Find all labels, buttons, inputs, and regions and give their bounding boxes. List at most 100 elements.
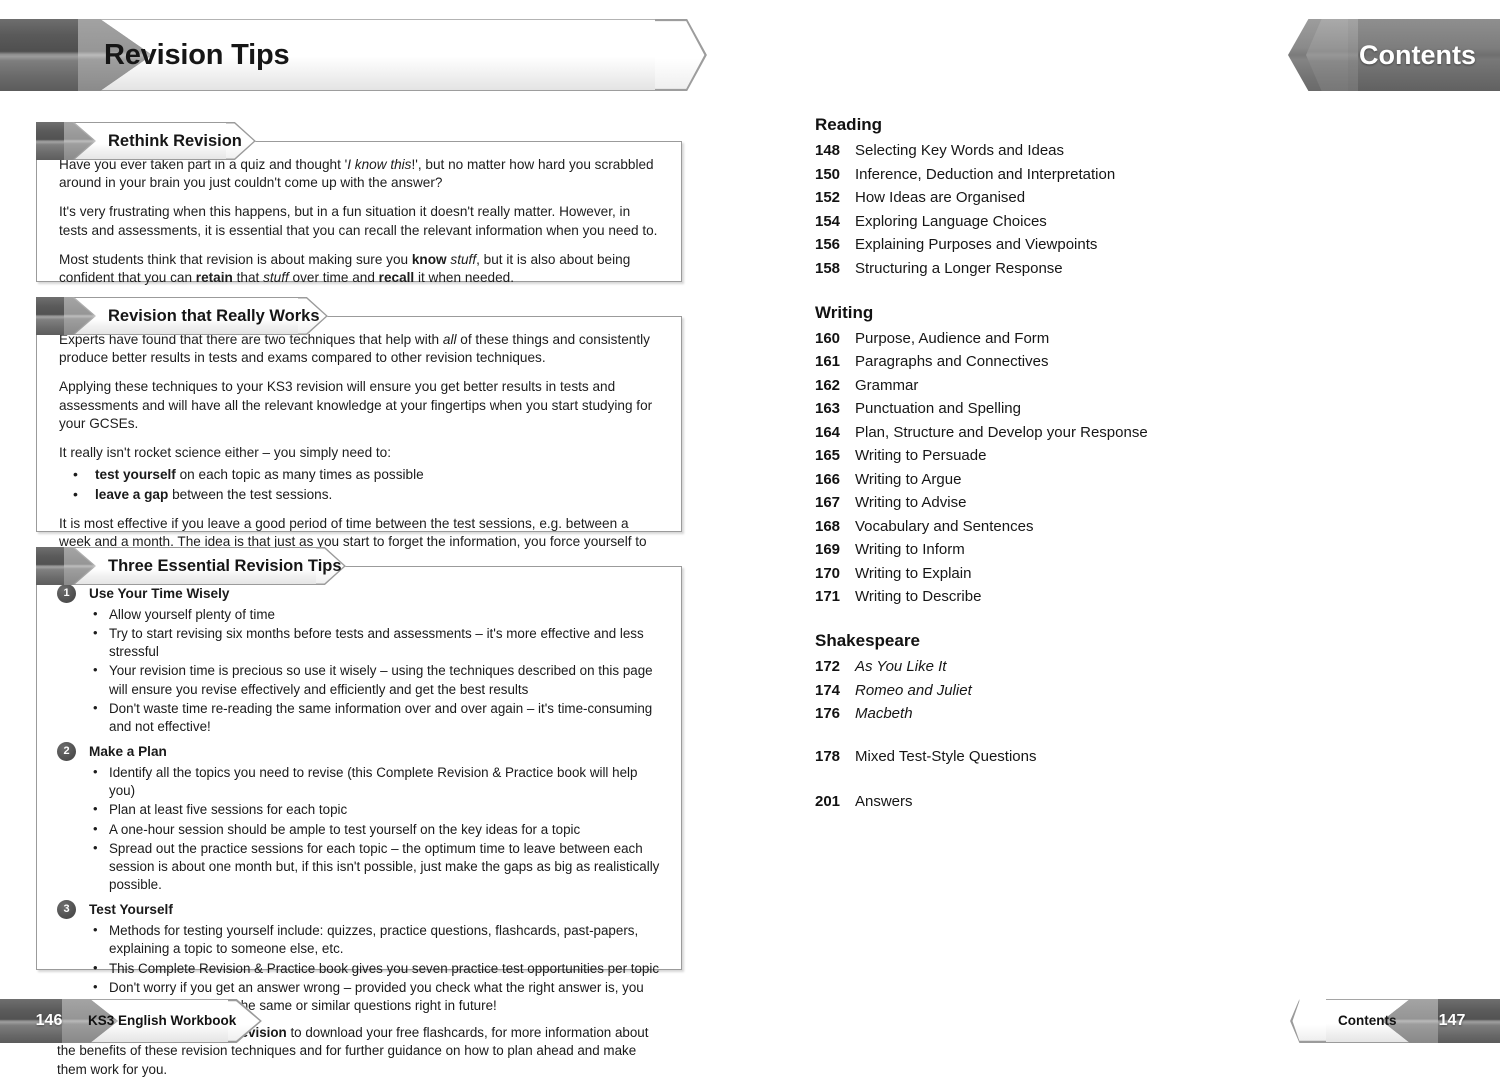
entry-title: Grammar: [855, 376, 919, 394]
contents-entry[interactable]: 162 Grammar: [815, 377, 1235, 394]
contents-entry[interactable]: 154 Exploring Language Choices: [815, 213, 1235, 230]
entry-title: Writing to Inform: [855, 541, 965, 558]
tab-label: Revision that Really Works: [108, 307, 320, 325]
contents-entry[interactable]: 165 Writing to Persuade: [815, 447, 1235, 464]
tip-heading: 2 Make a Plan: [57, 742, 661, 762]
entry-page-number: 161: [815, 353, 841, 370]
contents-entry[interactable]: 167 Writing to Advise: [815, 494, 1235, 511]
list-item: Methods for testing yourself include: qu…: [57, 921, 661, 958]
panel-revision-that-really-works: Experts have found that there are two te…: [36, 316, 682, 567]
panel-body: Experts have found that there are two te…: [37, 317, 681, 581]
contents-entry[interactable]: 158 Structuring a Longer Response: [815, 260, 1235, 277]
entry-title: Writing to Explain: [855, 564, 972, 582]
entry-page-number: 166: [815, 470, 841, 488]
list-item: This Complete Revision & Practice book g…: [57, 959, 661, 978]
entry-page-number: 201: [815, 793, 841, 810]
contents-entry[interactable]: 156 Explaining Purposes and Viewpoints: [815, 236, 1235, 253]
tab-label: Rethink Revision: [108, 132, 242, 150]
footer-page-number: 147: [1438, 1012, 1466, 1029]
list-item: Plan at least five sessions for each top…: [57, 800, 661, 819]
entry-page-number: 178: [815, 748, 841, 765]
contents-entry[interactable]: 171 Writing to Describe: [815, 588, 1235, 605]
contents-entry[interactable]: 178 Mixed Test-Style Questions: [815, 748, 1235, 765]
entry-page-number: 176: [815, 705, 841, 722]
entry-page-number: 171: [815, 588, 841, 605]
contents-entry[interactable]: 160 Purpose, Audience and Form: [815, 330, 1235, 347]
paragraph: Applying these techniques to your KS3 re…: [59, 379, 653, 431]
entry-title: Writing to Argue: [855, 470, 962, 488]
list-item: Your revision time is precious so use it…: [57, 661, 661, 698]
contents-entry[interactable]: 201 Answers: [815, 793, 1235, 810]
entry-title: Romeo and Juliet: [855, 681, 972, 699]
tip-heading: 3 Test Yourself: [57, 900, 661, 920]
bullet-list: test yourself on each topic as many time…: [59, 465, 659, 504]
contents-entry[interactable]: 150 Inference, Deduction and Interpretat…: [815, 166, 1235, 183]
entry-page-number: 160: [815, 329, 841, 347]
entry-title: Writing to Persuade: [855, 447, 987, 464]
tip-heading: 1 Use Your Time Wisely: [57, 584, 661, 603]
tip-number-badge: 2: [57, 742, 76, 762]
contents-entry[interactable]: 161 Paragraphs and Connectives: [815, 353, 1235, 370]
contents-entry[interactable]: 163 Punctuation and Spelling: [815, 400, 1235, 417]
contents-title: Contents: [1359, 40, 1476, 70]
entry-title: Structuring a Longer Response: [855, 259, 1063, 277]
paragraph: Experts have found that there are two te…: [59, 332, 650, 366]
entry-page-number: 174: [815, 681, 841, 699]
entry-title: Vocabulary and Sentences: [855, 517, 1034, 535]
footer-arrow-icon: [1290, 999, 1326, 1043]
tab-label: Three Essential Revision Tips: [108, 557, 342, 575]
contents-entry[interactable]: 168 Vocabulary and Sentences: [815, 518, 1235, 535]
contents-entry[interactable]: 152 How Ideas are Organised: [815, 189, 1235, 206]
list-item: Try to start revising six months before …: [57, 624, 661, 661]
list-item: Spread out the practice sessions for eac…: [57, 839, 661, 895]
entry-page-number: 167: [815, 494, 841, 511]
page-title: Revision Tips: [104, 39, 290, 71]
entry-page-number: 163: [815, 400, 841, 417]
tip-bullet-list: Allow yourself plenty of time Try to sta…: [57, 605, 661, 737]
entry-page-number: 172: [815, 658, 841, 675]
paragraph: Have you ever taken part in a quiz and t…: [59, 157, 654, 191]
group-heading: Writing: [815, 302, 874, 322]
contents-entry[interactable]: 169 Writing to Inform: [815, 541, 1235, 558]
entry-title: Mixed Test-Style Questions: [855, 748, 1037, 765]
contents-entry[interactable]: 148 Selecting Key Words and Ideas: [815, 142, 1235, 159]
entry-title: As You Like It: [855, 658, 947, 675]
tip-heading-text: Test Yourself: [89, 902, 173, 918]
tip-bullet-list: Identify all the topics you need to revi…: [57, 763, 661, 895]
tip-number-badge: 1: [57, 584, 76, 603]
contents-entry[interactable]: 166 Writing to Argue: [815, 471, 1235, 488]
revision-tips-banner: Revision Tips: [0, 19, 707, 91]
paragraph: It really isn't rocket science either – …: [59, 445, 392, 461]
group-heading: Reading: [815, 115, 883, 134]
footer-left: 146 KS3 English Workbook: [0, 999, 262, 1043]
entry-page-number: 164: [815, 423, 841, 441]
entry-title: How Ideas are Organised: [855, 189, 1026, 206]
tip-heading-text: Use Your Time Wisely: [89, 586, 230, 601]
panel-three-essential-revision-tips: 1 Use Your Time Wisely Allow yourself pl…: [36, 566, 682, 1077]
entry-title: Explaining Purposes and Viewpoints: [855, 236, 1098, 253]
contents-entry[interactable]: 172 As You Like It: [815, 658, 1235, 675]
contents-entry[interactable]: 164 Plan, Structure and Develop your Res…: [815, 424, 1235, 441]
footer-book-title: KS3 English Workbook: [88, 1013, 237, 1028]
contents-banner: Contents: [1288, 19, 1500, 91]
paragraph: Most students think that revision is abo…: [59, 251, 631, 286]
tip-heading-text: Make a Plan: [89, 744, 167, 760]
contents-entry[interactable]: 176 Macbeth: [815, 705, 1235, 722]
contents-entry[interactable]: 170 Writing to Explain: [815, 565, 1235, 582]
contents-group-writing: Writing 160 Purpose, Audience and Form 1…: [815, 303, 1235, 606]
footer-label: Contents: [1338, 1013, 1397, 1028]
entry-title: Plan, Structure and Develop your Respons…: [855, 423, 1148, 441]
entry-page-number: 162: [815, 376, 841, 394]
entry-title: Writing to Describe: [855, 588, 982, 605]
tip-item: 1 Use Your Time Wisely Allow yourself pl…: [57, 584, 661, 737]
entry-page-number: 170: [815, 564, 841, 582]
entry-page-number: 148: [815, 142, 841, 159]
entry-title: Inference, Deduction and Interpretation: [855, 165, 1116, 183]
entry-page-number: 152: [815, 189, 841, 206]
entry-page-number: 168: [815, 517, 841, 535]
contents-group-reading: Reading 148 Selecting Key Words and Idea…: [815, 115, 1235, 277]
tip-number-badge: 3: [57, 900, 76, 920]
contents-entry[interactable]: 174 Romeo and Juliet: [815, 682, 1235, 699]
footer-page-number: 146: [35, 1012, 63, 1029]
entry-page-number: 150: [815, 165, 841, 183]
